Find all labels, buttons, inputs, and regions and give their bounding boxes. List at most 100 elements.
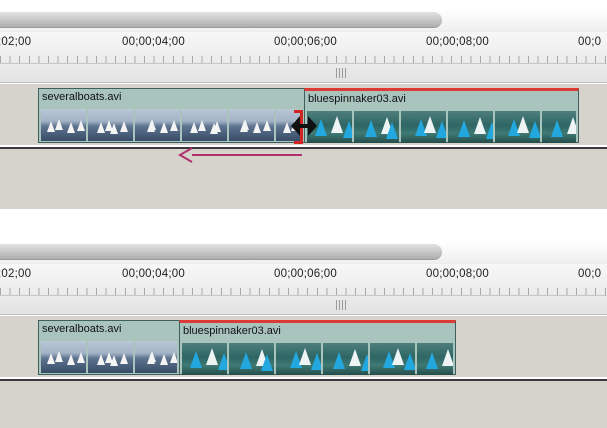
timecode-label: 00;00;08;00 <box>426 268 489 280</box>
scrollbar-thumb[interactable] <box>0 12 442 28</box>
thumbnail-frame <box>542 111 576 143</box>
sail-shape <box>47 353 55 364</box>
clip-severalboats[interactable]: severalboats.avi <box>38 320 180 375</box>
thumbnail-frame <box>88 341 133 373</box>
sail-shape <box>206 348 218 365</box>
thumbnail-frame <box>135 109 180 141</box>
sail-shape <box>551 120 563 137</box>
sail-shape <box>97 122 105 133</box>
thumbnail-frame <box>401 111 446 143</box>
thumbnail-frame <box>135 341 177 373</box>
timecode-label: 00;0 <box>578 36 602 48</box>
sail-shape <box>458 120 470 137</box>
sail-shape <box>365 120 377 137</box>
sail-shape <box>253 122 261 133</box>
sail-shape <box>148 119 156 130</box>
sail-shape <box>170 352 177 363</box>
thumbnail-frame <box>182 343 227 375</box>
sail-shape <box>426 352 438 369</box>
ruler-ticks <box>0 56 607 63</box>
ripple-edit-cursor-icon <box>291 116 317 136</box>
sail-shape <box>392 348 404 365</box>
clip-bluespinnaker[interactable]: bluespinnaker03.avi <box>304 88 579 143</box>
sail-shape <box>67 354 75 365</box>
sail-shape <box>190 122 198 133</box>
sail-shape <box>386 122 398 139</box>
sail-shape <box>218 353 227 370</box>
sail-shape <box>77 352 85 363</box>
sail-shape <box>263 120 271 131</box>
sail-shape <box>110 123 118 134</box>
thumbnail-frame <box>229 343 274 375</box>
sail-shape <box>343 121 352 138</box>
sail-shape <box>311 353 321 370</box>
sail-shape <box>241 119 249 130</box>
sail-shape <box>349 349 361 366</box>
sail-shape <box>404 353 415 370</box>
zoom-grip-icon[interactable] <box>336 300 347 310</box>
sail-shape <box>529 121 540 138</box>
sail-shape <box>67 122 75 133</box>
clip-thumbnails <box>41 341 177 373</box>
sail-shape <box>361 354 368 371</box>
thumbnail-frame <box>88 109 133 141</box>
thumbnail-frame <box>41 341 86 373</box>
sail-shape <box>110 355 118 366</box>
sail-shape <box>77 120 85 131</box>
sail-shape <box>299 348 311 365</box>
thumbnail-frame <box>417 343 453 375</box>
timecode-label: 00;00;08;00 <box>426 36 489 48</box>
thumbnail-frame <box>370 343 415 375</box>
sail-shape <box>213 121 221 132</box>
sail-shape <box>442 349 453 366</box>
thumbnail-frame <box>41 109 86 141</box>
zoom-grip-icon[interactable] <box>336 68 347 78</box>
sail-shape <box>160 122 168 133</box>
sail-shape <box>283 122 291 133</box>
time-ruler[interactable]: ;02;00 00;00;04;00 00;00;06;00 00;00;08;… <box>0 32 607 83</box>
sail-shape <box>333 352 345 369</box>
sail-shape <box>331 116 343 133</box>
clip-severalboats[interactable]: severalboats.avi <box>38 88 305 143</box>
thumbnail-frame <box>323 343 368 375</box>
sail-shape <box>436 121 446 138</box>
clip-name: bluespinnaker03.avi <box>183 325 281 337</box>
sail-shape <box>261 354 273 371</box>
clip-name: bluespinnaker03.avi <box>308 93 406 105</box>
sail-shape <box>486 122 493 139</box>
clip-thumbnails <box>307 111 576 143</box>
timecode-label: 00;00;06;00 <box>274 268 337 280</box>
sail-shape <box>47 121 55 132</box>
clip-thumbnails <box>41 109 302 141</box>
timecode-label: 00;0 <box>578 268 602 280</box>
clip-name: severalboats.avi <box>42 91 122 103</box>
sail-shape <box>198 120 206 131</box>
sail-shape <box>120 121 128 132</box>
sail-shape <box>170 120 178 131</box>
sail-shape <box>148 351 156 362</box>
timecode-label: 00;00;04;00 <box>122 36 185 48</box>
sail-shape <box>567 117 576 134</box>
audio-track[interactable] <box>0 381 607 428</box>
timeline-before: ;02;00 00;00;04;00 00;00;06;00 00;00;08;… <box>0 0 607 210</box>
timeline-scrollbar[interactable] <box>0 10 607 32</box>
clip-bluespinnaker[interactable]: bluespinnaker03.avi <box>179 320 456 375</box>
sail-shape <box>240 352 252 369</box>
thumbnail-frame <box>276 343 321 375</box>
time-ruler[interactable]: ;02;00 00;00;04;00 00;00;06;00 00;00;08;… <box>0 264 607 315</box>
scrollbar-thumb[interactable] <box>0 244 442 260</box>
sail-shape <box>55 351 63 362</box>
sail-shape <box>97 354 105 365</box>
thumbnail-frame <box>448 111 493 143</box>
clip-thumbnails <box>182 343 453 375</box>
timeline-after: ;02;00 00;00;04;00 00;00;06;00 00;00;08;… <box>0 232 607 428</box>
timecode-label: 00;00;04;00 <box>122 268 185 280</box>
sail-shape <box>55 119 63 130</box>
sail-shape <box>160 354 168 365</box>
sail-shape <box>190 351 202 368</box>
timeline-scrollbar[interactable] <box>0 242 607 264</box>
thumbnail-frame <box>354 111 399 143</box>
clip-name: severalboats.avi <box>42 323 122 335</box>
sail-shape <box>120 353 128 364</box>
thumbnail-frame <box>229 109 274 141</box>
